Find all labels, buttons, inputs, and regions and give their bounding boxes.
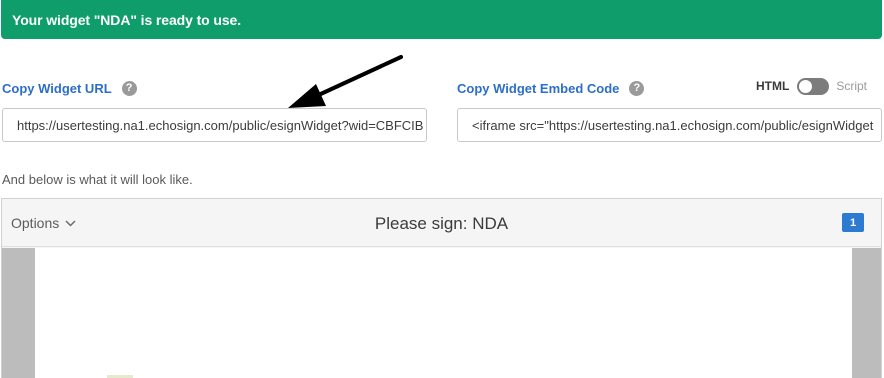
- embed-format-toggle[interactable]: HTML Script: [756, 77, 867, 95]
- toggle-knob: [799, 79, 813, 93]
- widget-url-field[interactable]: https://usertesting.na1.echosign.com/pub…: [2, 108, 427, 142]
- embed-code-label: Copy Widget Embed Code: [457, 80, 620, 96]
- preview-intro-text: And below is what it will look like.: [2, 172, 193, 187]
- toggle-script-label[interactable]: Script: [836, 79, 867, 93]
- document-page: [35, 248, 852, 378]
- page-count-badge: 1: [842, 213, 864, 232]
- help-icon[interactable]: ?: [121, 80, 137, 96]
- toggle-switch[interactable]: [797, 77, 830, 95]
- embed-code-label-row: Copy Widget Embed Code ?: [457, 79, 645, 97]
- embed-code-field[interactable]: <iframe src="https://usertesting.na1.ech…: [457, 108, 882, 142]
- document-viewer: [2, 248, 881, 378]
- widget-url-label-row: Copy Widget URL ?: [2, 79, 137, 97]
- preview-header: Options Please sign: NDA 1: [2, 199, 881, 247]
- widget-url-label: Copy Widget URL: [2, 80, 112, 96]
- toggle-html-label[interactable]: HTML: [756, 79, 789, 93]
- banner-message: Your widget "NDA" is ready to use.: [12, 11, 241, 28]
- preview-title: Please sign: NDA: [374, 214, 509, 233]
- success-banner: Your widget "NDA" is ready to use.: [1, 0, 882, 39]
- widget-preview: Options Please sign: NDA 1: [1, 198, 882, 378]
- help-icon[interactable]: ?: [629, 80, 645, 96]
